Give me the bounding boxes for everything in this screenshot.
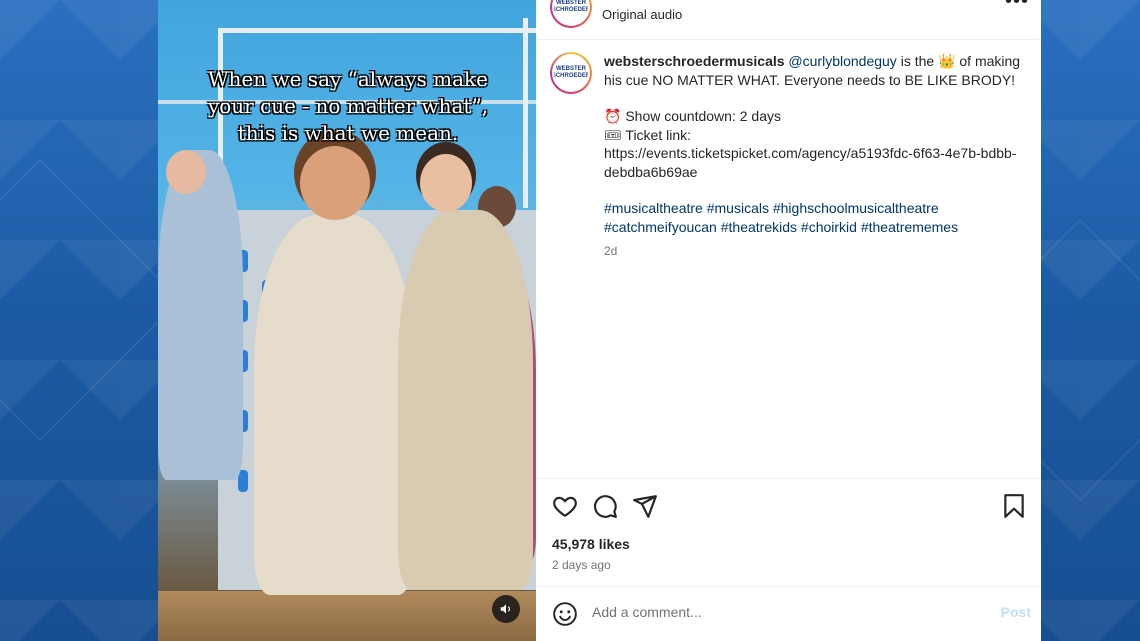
hashtags: #musicaltheatre #musicals #highschoolmus… bbox=[604, 199, 1021, 236]
ticket-label: 🎟 Ticket link: bbox=[604, 126, 692, 143]
stage-railing bbox=[218, 28, 536, 33]
mute-button[interactable] bbox=[492, 595, 520, 623]
video-caption: When we say “always make your cue - no m… bbox=[207, 67, 489, 145]
countdown-line: ⏰ Show countdown: 2 days bbox=[604, 108, 781, 124]
hashtag-link[interactable]: #musicals bbox=[707, 200, 769, 216]
bookmark-icon[interactable] bbox=[1001, 493, 1027, 519]
stage-railing bbox=[523, 18, 528, 208]
hashtag-link[interactable]: #theatrememes bbox=[861, 219, 958, 235]
performer-vest bbox=[398, 210, 533, 590]
action-bar: 45,978 likes 2 days ago bbox=[536, 478, 1041, 586]
emoji-icon[interactable] bbox=[552, 601, 578, 627]
post-comment-button[interactable]: Post bbox=[1001, 604, 1031, 620]
ticket-url[interactable]: https://events.ticketspicket.com/agency/… bbox=[604, 144, 1021, 181]
hashtag-link[interactable]: #theatrekids bbox=[721, 219, 797, 235]
post-header: WEBSTER SCHROEDER Original audio ••• bbox=[536, 0, 1041, 40]
account-avatar[interactable]: WEBSTER SCHROEDER bbox=[550, 0, 592, 28]
caption-text: websterschroedermusicals @curlyblondeguy… bbox=[604, 52, 1021, 236]
performer-main-lead bbox=[254, 215, 414, 595]
performer-head bbox=[420, 154, 472, 212]
hashtag-link[interactable]: #catchmeifyoucan bbox=[604, 219, 717, 235]
username-link[interactable]: websterschroedermusicals bbox=[604, 53, 785, 69]
performer-head bbox=[166, 150, 206, 194]
post-time: 2d bbox=[604, 244, 618, 258]
hashtag-link[interactable]: #musicaltheatre bbox=[604, 200, 703, 216]
performer-head bbox=[300, 146, 370, 220]
comment-input[interactable] bbox=[592, 604, 972, 620]
account-avatar[interactable]: WEBSTER SCHROEDER bbox=[550, 52, 592, 94]
comment-icon[interactable] bbox=[592, 493, 618, 519]
speaker-icon bbox=[500, 604, 511, 614]
audio-label[interactable]: Original audio bbox=[602, 7, 682, 22]
caption-comment: WEBSTER SCHROEDER websterschroedermusica… bbox=[550, 52, 1021, 258]
performer-blue-dress bbox=[158, 150, 243, 480]
more-options-button[interactable]: ••• bbox=[1005, 0, 1029, 13]
avatar-logo-text: WEBSTER SCHROEDER bbox=[552, 0, 590, 26]
mention-link[interactable]: @curlyblondeguy bbox=[788, 53, 896, 69]
hashtag-link[interactable]: #highschoolmusicaltheatre bbox=[773, 200, 939, 216]
likes-count[interactable]: 45,978 likes bbox=[552, 536, 630, 552]
post-video[interactable]: When we say “always make your cue - no m… bbox=[158, 0, 536, 641]
decorative-diamond bbox=[0, 158, 182, 442]
stage-floor bbox=[158, 591, 536, 641]
comment-bar: Post bbox=[536, 586, 1041, 641]
posted-ago: 2 days ago bbox=[552, 558, 611, 572]
hashtag-link[interactable]: #choirkid bbox=[801, 219, 857, 235]
instagram-post: When we say “always make your cue - no m… bbox=[158, 0, 1041, 641]
avatar-logo-text: WEBSTER SCHROEDER bbox=[552, 54, 590, 92]
post-details-panel: WEBSTER SCHROEDER Original audio ••• WEB… bbox=[536, 0, 1041, 641]
share-icon[interactable] bbox=[632, 493, 658, 519]
heart-icon[interactable] bbox=[552, 493, 578, 519]
